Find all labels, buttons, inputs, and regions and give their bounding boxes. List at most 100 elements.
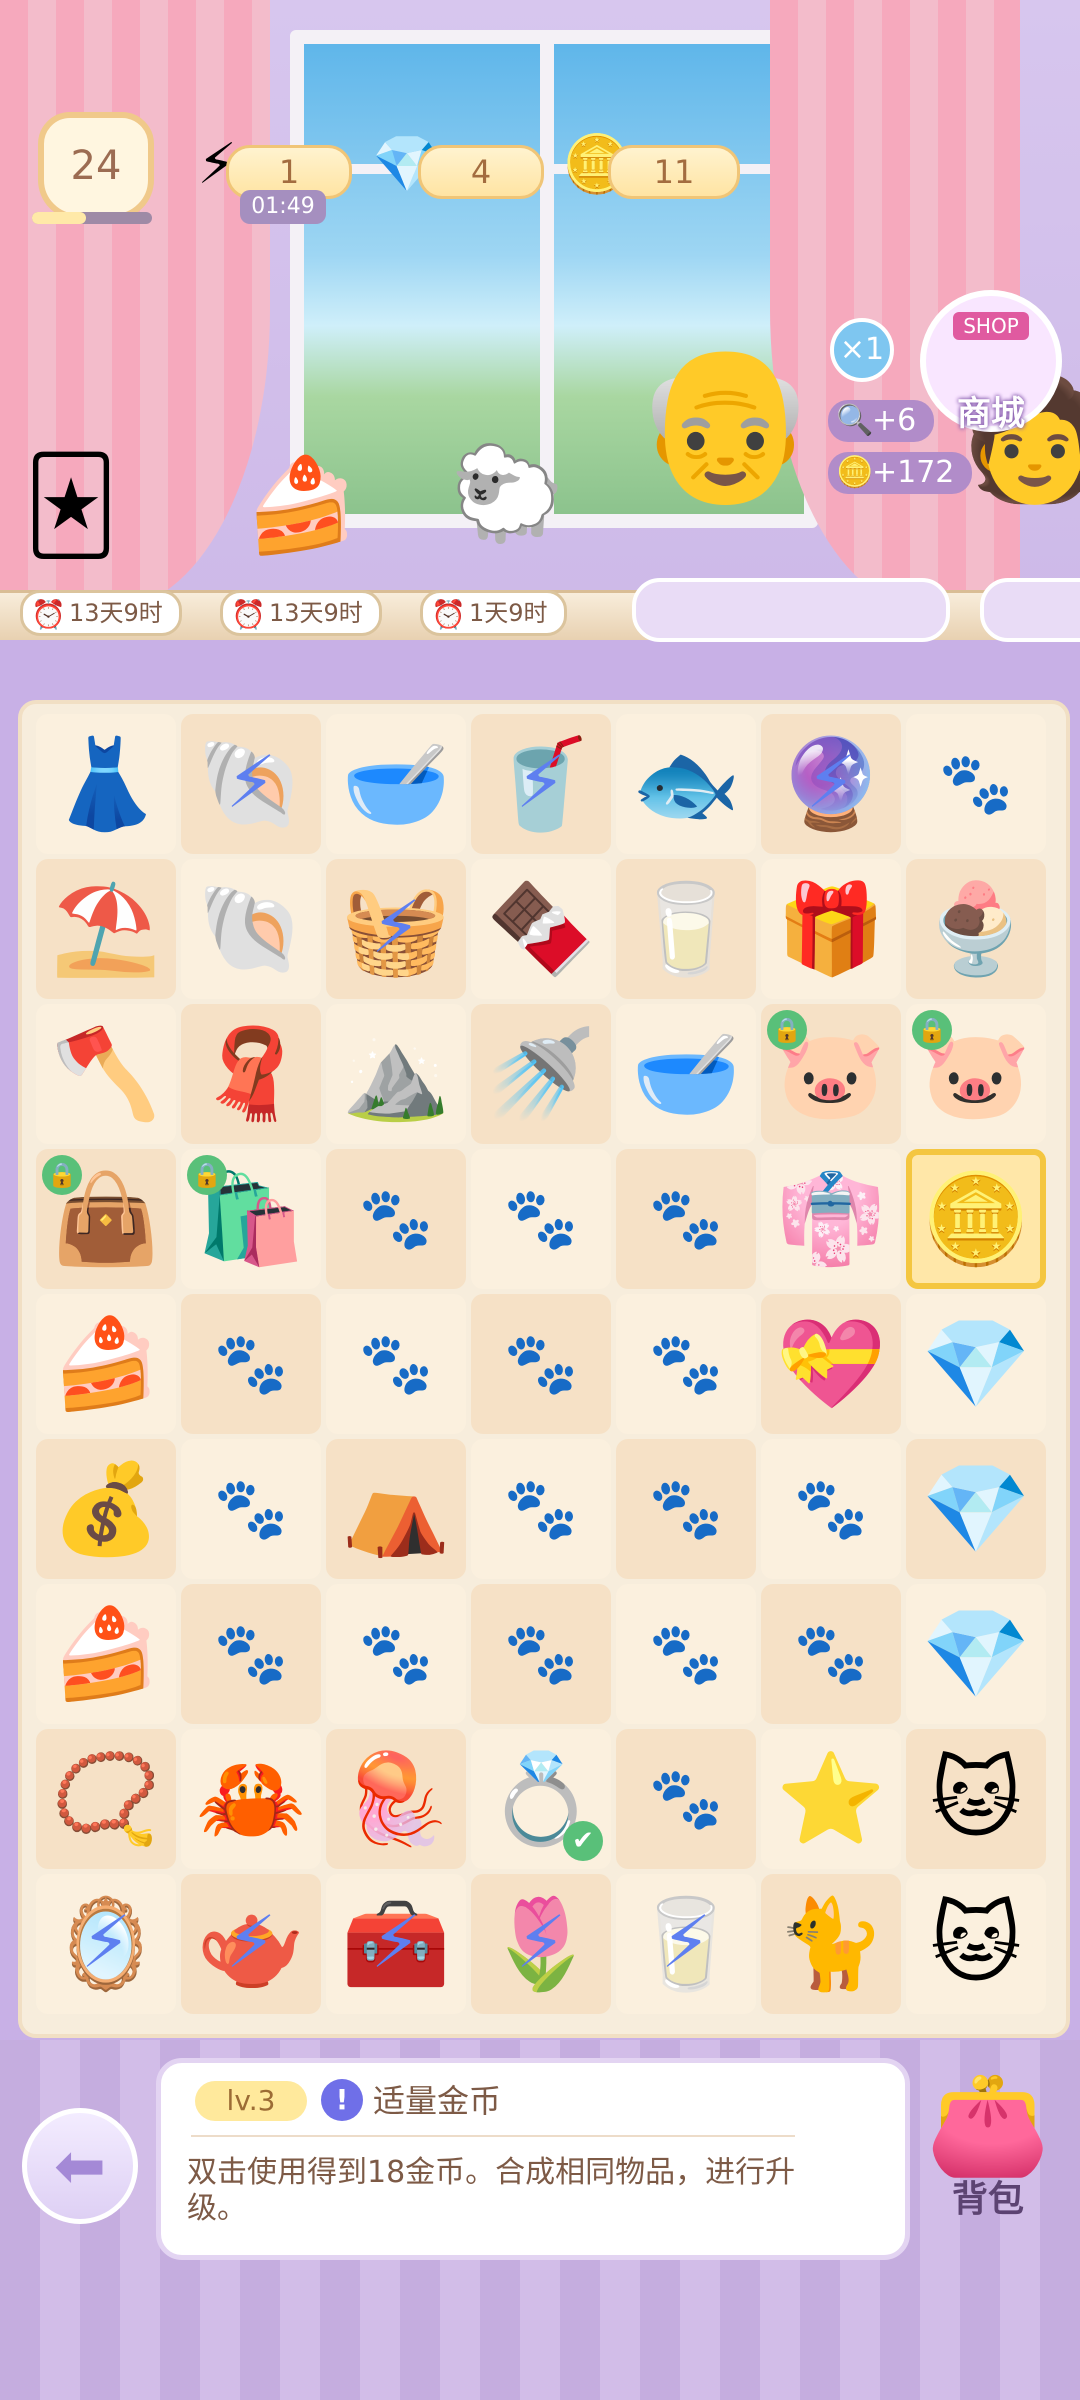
board-cell-pink-dress[interactable]: 👘 (761, 1149, 901, 1289)
energy-generator-icon: ⚡ (515, 740, 567, 824)
tent-icon: ⛺ (341, 1457, 451, 1560)
board-cell-empty[interactable]: 🐾 (471, 1149, 611, 1289)
shop-label: 商城 (957, 394, 1025, 434)
board-cell-brown-cat[interactable]: 🐱 (906, 1729, 1046, 1869)
board-cell-hanger-energy[interactable]: 🧺 ⚡ (326, 859, 466, 999)
board-cell-calico-cat[interactable]: 🐱 (906, 1874, 1046, 2014)
board-cell-water-glass-energy[interactable]: 🥛 ⚡ (616, 1874, 756, 2014)
board-cell-tea-set-energy[interactable]: 🫖 ⚡ (181, 1874, 321, 2014)
board-cell-tent[interactable]: ⛺ (326, 1439, 466, 1579)
board-cell-piggy-bank[interactable]: 🐷 🔒 (761, 1004, 901, 1144)
bag-button[interactable]: 👛 背包 (908, 2064, 1068, 2234)
board-cell-milk-jug[interactable]: 🥛 (616, 859, 756, 999)
lock-icon: 🔒 (767, 1010, 807, 1050)
board-cell-vanity-energy[interactable]: 🪞 ⚡ (36, 1874, 176, 2014)
shop-button[interactable]: SHOP 商城 (920, 290, 1062, 434)
back-button[interactable]: ⬅ (22, 2108, 138, 2224)
paw-print-icon: 🐾 (793, 1619, 869, 1689)
board-cell-jewel-box[interactable]: 💝 (761, 1294, 901, 1434)
board-cell-coin-pile[interactable]: 🪙 (906, 1149, 1046, 1289)
board-cell-empty[interactable]: 🐾 (471, 1439, 611, 1579)
board-cell-empty[interactable]: 🐾 (181, 1439, 321, 1579)
energy-generator-icon: ⚡ (225, 740, 277, 824)
board-cell-piggy-bank-winged[interactable]: 🐷 🔒 (906, 1004, 1046, 1144)
coin-counter[interactable]: 11 (608, 145, 740, 199)
board-cell-sand-pile[interactable]: ⛰️ (326, 1004, 466, 1144)
item-info-icon[interactable]: ! (321, 2079, 363, 2121)
item-description: 双击使用得到18金币。合成相同物品，进行升级。 (187, 2155, 796, 2226)
order-panel[interactable] (632, 578, 950, 642)
board-cell-empty[interactable]: 🐾 (906, 714, 1046, 854)
info-divider (191, 2135, 795, 2137)
board-cell-strawberry-cake-box[interactable]: 🍰 (36, 1294, 176, 1434)
board-cell-siamese-cat[interactable]: 🐈 (761, 1874, 901, 2014)
board-cell-shell-box-energy[interactable]: 🔮 ⚡ (761, 714, 901, 854)
board-cell-starfish[interactable]: ⭐ (761, 1729, 901, 1869)
watering-can-icon: 🚿 (486, 1022, 596, 1125)
board-cell-empty[interactable]: 🐾 (616, 1149, 756, 1289)
board-cell-sand-shovel[interactable]: ⛱️ (36, 859, 176, 999)
board-cell-empty[interactable]: 🐾 (326, 1584, 466, 1724)
board-cell-empty[interactable]: 🐾 (181, 1584, 321, 1724)
board-cell-jewelry-case-energy[interactable]: 🧰 ⚡ (326, 1874, 466, 2014)
board-cell-pearl-headband[interactable]: 📿 (36, 1729, 176, 1869)
board-cell-pink-gems[interactable]: 💎 (906, 1439, 1046, 1579)
board-cell-empty[interactable]: 🐾 (471, 1584, 611, 1724)
check-icon: ✔ (563, 1821, 603, 1861)
board-cell-flower-box-energy[interactable]: 🌷 ⚡ (471, 1874, 611, 2014)
board-cell-gothic-dress[interactable]: 👗 (36, 714, 176, 854)
paw-print-icon: 🐾 (648, 1329, 724, 1399)
board-cell-empty[interactable]: 🐾 (761, 1584, 901, 1724)
strawberry-roll-timer-text: 13天9时 (269, 599, 363, 627)
board-cell-earrings[interactable]: 💍 ✔ (471, 1729, 611, 1869)
player-level: 24 (70, 143, 122, 189)
chocolate-bowl-icon: 🍨 (921, 877, 1031, 980)
board-cell-pink-gem[interactable]: 💎 (906, 1294, 1046, 1434)
board-cell-empty[interactable]: 🐾 (181, 1294, 321, 1434)
board-cell-empty[interactable]: 🐾 (326, 1294, 466, 1434)
sheep-farm-event[interactable]: 🐑 (450, 440, 565, 548)
order-multiplier-bubble: ×1 (830, 318, 894, 382)
board-cell-gift-box[interactable]: 🎁 (761, 859, 901, 999)
board-cell-hanger-towel[interactable]: 🧣 (181, 1004, 321, 1144)
board-cell-empty[interactable]: 🐾 (761, 1439, 901, 1579)
board-cell-fish-tray[interactable]: 🐟 (616, 714, 756, 854)
player-level-badge[interactable]: 24 (38, 112, 154, 220)
board-cell-purple-bag[interactable]: 👜 🔒 (36, 1149, 176, 1289)
gem-value: 4 (470, 153, 492, 191)
board-cell-blue-jellyfish[interactable]: 🪼 (326, 1729, 466, 1869)
board-cell-clay-bowl[interactable]: 🥣 (616, 1004, 756, 1144)
board-cell-empty[interactable]: 🐾 (616, 1294, 756, 1434)
pet-bowl-icon: 🥣 (341, 732, 451, 835)
board-cell-pink-gem-pair[interactable]: 💎 (906, 1584, 1046, 1724)
board-cell-chocolate-bowl[interactable]: 🍨 (906, 859, 1046, 999)
gem-counter[interactable]: 4 (418, 145, 544, 199)
board-cell-shovel[interactable]: 🪓 (36, 1004, 176, 1144)
energy-generator-icon: ⚡ (370, 1900, 422, 1984)
strawberry-roll-event[interactable]: 🍰 (244, 452, 359, 560)
board-cell-chocolate-machine[interactable]: 🍫 (471, 859, 611, 999)
blue-jellyfish-icon: 🪼 (341, 1747, 451, 1850)
board-cell-drink-energy[interactable]: 🥤 ⚡ (471, 714, 611, 854)
board-cell-pet-bowl[interactable]: 🥣 (326, 714, 466, 854)
energy-generator-icon: ⚡ (370, 885, 422, 969)
board-cell-shell-energy[interactable]: 🐚 ⚡ (181, 714, 321, 854)
board-cell-empty[interactable]: 🐾 (326, 1149, 466, 1289)
board-cell-gold-coins[interactable]: 💰 (36, 1439, 176, 1579)
board-cell-watering-can[interactable]: 🚿 (471, 1004, 611, 1144)
board-cell-empty[interactable]: 🐾 (616, 1584, 756, 1724)
board-cell-empty[interactable]: 🐾 (471, 1294, 611, 1434)
board-cell-blue-bag[interactable]: 🛍️ 🔒 (181, 1149, 321, 1289)
board-cell-empty[interactable]: 🐾 (616, 1729, 756, 1869)
order-panel-next[interactable] (980, 578, 1080, 642)
board-cell-orange-crab[interactable]: 🦀 (181, 1729, 321, 1869)
card-album-event[interactable]: 🃏 (24, 452, 118, 559)
board-cell-matcha-cake[interactable]: 🍰 (36, 1584, 176, 1724)
sand-shells-icon: 🐚 (196, 877, 306, 980)
board-cell-empty[interactable]: 🐾 (616, 1439, 756, 1579)
customer-grandpa-character[interactable]: 👴 (632, 335, 819, 511)
paw-print-icon: 🐾 (358, 1329, 434, 1399)
orange-crab-icon: 🦀 (196, 1747, 306, 1850)
lock-icon: 🔒 (42, 1155, 82, 1195)
board-cell-sand-shells[interactable]: 🐚 (181, 859, 321, 999)
